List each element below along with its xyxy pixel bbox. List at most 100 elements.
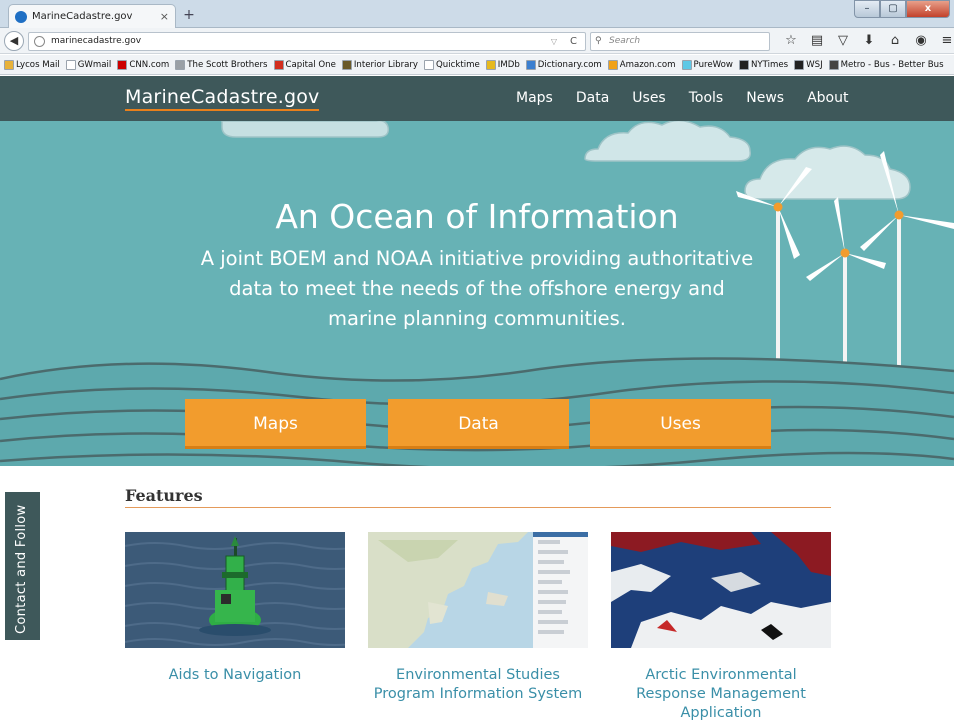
dropdown-arrow-icon[interactable]: ▽ bbox=[551, 33, 557, 50]
bookmark-item[interactable]: Capital One bbox=[273, 59, 336, 70]
browser-window: MarineCadastre.gov × + – ▢ x ◀ marinecad… bbox=[0, 0, 954, 720]
feature-card-aids-to-navigation[interactable]: Aids to Navigation bbox=[125, 532, 345, 685]
back-arrow-icon[interactable]: ◀ bbox=[4, 31, 24, 51]
bookmark-label: Interior Library bbox=[353, 59, 419, 70]
bookmark-favicon-icon bbox=[175, 59, 186, 70]
globe-icon bbox=[34, 36, 45, 47]
feature-card-arctic-erma[interactable]: Arctic Environmental Response Management… bbox=[611, 532, 831, 720]
bookmark-favicon-icon bbox=[424, 59, 435, 70]
feature-title[interactable]: Aids to Navigation bbox=[125, 666, 345, 685]
site-favicon-icon bbox=[15, 10, 27, 23]
bookmark-favicon-icon bbox=[273, 59, 284, 70]
bookmark-label: GWmail bbox=[77, 59, 112, 70]
feature-card-environmental-studies[interactable]: Environmental Studies Program Informatio… bbox=[368, 532, 588, 704]
download-icon[interactable]: ⬇ bbox=[856, 32, 882, 50]
menu-item-tools[interactable]: Tools bbox=[689, 90, 724, 106]
url-text: marinecadastre.gov bbox=[51, 36, 142, 46]
bookmark-item[interactable]: Quicktime bbox=[424, 59, 480, 70]
bookmark-star-icon[interactable]: ☆ bbox=[778, 32, 804, 50]
cta-data-button[interactable]: Data bbox=[388, 399, 569, 449]
arctic-map-image[interactable] bbox=[611, 532, 831, 648]
cta-maps-button[interactable]: Maps bbox=[185, 399, 366, 449]
bookmark-label: The Scott Brothers bbox=[187, 59, 268, 70]
menu-item-news[interactable]: News bbox=[746, 90, 784, 106]
bookmark-favicon-icon bbox=[794, 59, 805, 70]
contact-and-follow-tab[interactable]: Contact and Follow bbox=[5, 492, 40, 640]
buoy-photo[interactable] bbox=[125, 532, 345, 648]
bookmark-item[interactable]: CNN.com bbox=[117, 59, 170, 70]
home-icon[interactable]: ⌂ bbox=[882, 32, 908, 50]
tab-strip: MarineCadastre.gov × + – ▢ x bbox=[0, 0, 954, 28]
cloud-icon bbox=[744, 145, 911, 200]
bookmark-item[interactable]: NYTimes bbox=[738, 59, 789, 70]
menu-icon[interactable]: ≡ bbox=[934, 32, 954, 50]
search-icon: ⚲ bbox=[595, 36, 602, 46]
hero-banner: An Ocean of Information A joint BOEM and… bbox=[0, 121, 954, 466]
cloud-icon bbox=[221, 121, 390, 138]
address-bar[interactable]: marinecadastre.gov ▽ C bbox=[28, 32, 586, 51]
bookmark-favicon-icon bbox=[485, 59, 496, 70]
browser-tab[interactable]: MarineCadastre.gov × bbox=[8, 4, 176, 28]
bookmark-favicon-icon bbox=[341, 59, 352, 70]
hero-subtitle: A joint BOEM and NOAA initiative providi… bbox=[200, 247, 754, 330]
bookmark-item[interactable]: IMDb bbox=[485, 59, 520, 70]
navigation-toolbar: ◀ marinecadastre.gov ▽ C ⚲ Search ☆ ▤ ▽ … bbox=[0, 28, 954, 54]
bookmark-item[interactable]: Lycos Mail bbox=[4, 59, 60, 70]
hero-title: An Ocean of Information bbox=[275, 197, 679, 236]
close-window-button[interactable]: x bbox=[906, 0, 950, 18]
bookmark-item[interactable]: PureWow bbox=[681, 59, 733, 70]
bookmark-label: Amazon.com bbox=[619, 59, 676, 70]
feature-title[interactable]: Arctic Environmental Response Management… bbox=[611, 666, 831, 720]
bookmark-favicon-icon bbox=[117, 59, 128, 70]
new-tab-button[interactable]: + bbox=[180, 6, 198, 24]
minimize-button[interactable]: – bbox=[854, 0, 880, 18]
bookmarks-bar: Lycos Mail GWmail CNN.com The Scott Brother… bbox=[0, 55, 954, 75]
main-menu: Maps Data Uses Tools News About bbox=[516, 90, 871, 106]
bookmark-label: Capital One bbox=[285, 59, 336, 70]
bookmark-label: NYTimes bbox=[750, 59, 789, 70]
features-heading: Features bbox=[125, 486, 831, 508]
bookmark-item[interactable]: Interior Library bbox=[341, 59, 419, 70]
menu-item-data[interactable]: Data bbox=[576, 90, 609, 106]
toolbar-icons: ☆ ▤ ▽ ⬇ ⌂ ◉ ≡ bbox=[778, 32, 954, 50]
bookmark-favicon-icon bbox=[738, 59, 749, 70]
web-page: MarineCadastre.gov Maps Data Uses Tools … bbox=[0, 76, 954, 720]
menu-item-maps[interactable]: Maps bbox=[516, 90, 553, 106]
feature-title[interactable]: Environmental Studies Program Informatio… bbox=[368, 666, 588, 704]
bookmark-item[interactable]: WSJ bbox=[794, 59, 823, 70]
bookmark-label: Metro - Bus - Better Bus bbox=[840, 59, 944, 70]
contact-tab-label: Contact and Follow bbox=[14, 504, 29, 634]
menu-item-about[interactable]: About bbox=[807, 90, 848, 106]
cta-uses-button[interactable]: Uses bbox=[590, 399, 771, 449]
bookmark-label: WSJ bbox=[806, 59, 823, 70]
bookmark-label: CNN.com bbox=[129, 59, 170, 70]
bookmark-favicon-icon bbox=[681, 59, 692, 70]
cloud-icon bbox=[584, 121, 751, 162]
site-logo[interactable]: MarineCadastre.gov bbox=[125, 86, 320, 111]
bookmark-item[interactable]: Dictionary.com bbox=[525, 59, 602, 70]
bookmark-item[interactable]: Metro - Bus - Better Bus bbox=[828, 59, 944, 70]
close-tab-icon[interactable]: × bbox=[160, 10, 169, 23]
bookmark-label: Lycos Mail bbox=[16, 59, 60, 70]
bookmark-favicon-icon bbox=[828, 59, 839, 70]
window-controls: – ▢ x bbox=[854, 0, 950, 18]
bookmark-favicon-icon bbox=[607, 59, 618, 70]
bookmark-item[interactable]: GWmail bbox=[65, 59, 112, 70]
search-input[interactable]: ⚲ Search bbox=[590, 32, 770, 51]
bookmark-favicon-icon bbox=[65, 59, 76, 70]
bookmark-item[interactable]: Amazon.com bbox=[607, 59, 676, 70]
pocket-icon[interactable]: ▽ bbox=[830, 32, 856, 50]
bookmark-label: Dictionary.com bbox=[537, 59, 602, 70]
reload-icon[interactable]: C bbox=[570, 33, 577, 50]
menu-item-uses[interactable]: Uses bbox=[632, 90, 665, 106]
site-header: MarineCadastre.gov Maps Data Uses Tools … bbox=[0, 76, 954, 121]
search-placeholder: Search bbox=[609, 36, 641, 46]
bookmark-item[interactable]: The Scott Brothers bbox=[175, 59, 268, 70]
chat-icon[interactable]: ◉ bbox=[908, 32, 934, 50]
bookmark-label: Quicktime bbox=[436, 59, 480, 70]
bookmark-label: IMDb bbox=[497, 59, 520, 70]
map-screenshot[interactable] bbox=[368, 532, 588, 648]
bookmark-favicon-icon bbox=[4, 59, 14, 70]
maximize-button[interactable]: ▢ bbox=[880, 0, 906, 18]
reading-list-icon[interactable]: ▤ bbox=[804, 32, 830, 50]
